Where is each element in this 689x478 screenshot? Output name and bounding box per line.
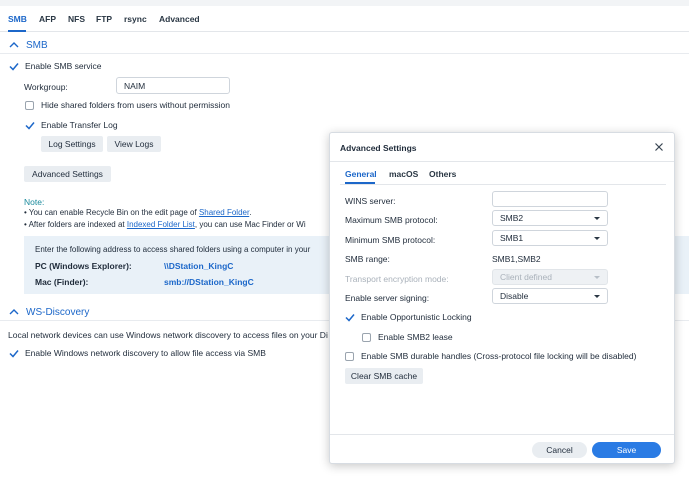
checkmark-icon: [345, 313, 355, 322]
enable-smb-checkbox[interactable]: Enable SMB service: [9, 61, 102, 71]
smb-range-value: SMB1,SMB2: [492, 254, 541, 264]
chevron-up-icon[interactable]: [8, 307, 20, 317]
note-text: , you can use Mac Finder or Wi: [194, 220, 306, 229]
transport-encryption-label: Transport encryption mode:: [345, 274, 449, 284]
smb2-lease-checkbox[interactable]: Enable SMB2 lease: [362, 332, 453, 342]
tab-smb[interactable]: SMB: [8, 14, 27, 24]
workgroup-input[interactable]: [116, 77, 230, 94]
mac-address: smb://DStation_KingC: [164, 277, 254, 287]
note-text: • After folders are indexed at: [24, 220, 127, 229]
tab-afp[interactable]: AFP: [39, 14, 56, 24]
note-title: Note:: [24, 197, 45, 207]
service-tabs: SMB AFP NFS FTP rsync Advanced: [0, 6, 689, 32]
max-smb-protocol-label: Maximum SMB protocol:: [345, 215, 438, 225]
enable-ws-discovery-checkbox[interactable]: Enable Windows network discovery to allo…: [9, 348, 266, 358]
enable-smb-label: Enable SMB service: [25, 61, 102, 71]
min-smb-protocol-label: Minimum SMB protocol:: [345, 235, 436, 245]
log-settings-button[interactable]: Log Settings: [41, 136, 103, 152]
checkmark-icon: [9, 62, 19, 71]
chevron-up-icon[interactable]: [8, 40, 20, 50]
select-value: Disable: [500, 291, 529, 301]
caret-down-icon: [594, 237, 600, 240]
hide-shared-folders-checkbox[interactable]: Hide shared folders from users without p…: [25, 100, 230, 110]
note-text: .: [249, 208, 252, 217]
min-smb-protocol-select[interactable]: SMB1: [492, 230, 608, 246]
smb2-lease-label: Enable SMB2 lease: [378, 332, 453, 342]
checkbox-box[interactable]: [345, 351, 354, 361]
address-intro: Enter the following address to access sh…: [35, 245, 311, 254]
save-button[interactable]: Save: [592, 442, 661, 458]
dialog-tab-others[interactable]: Others: [429, 169, 456, 179]
close-icon[interactable]: [654, 142, 664, 152]
pc-address: \\DStation_KingC: [164, 261, 234, 271]
wins-server-input[interactable]: [492, 191, 608, 207]
checkbox-box[interactable]: [362, 332, 371, 342]
caret-down-icon: [594, 276, 600, 279]
checkbox-box[interactable]: [25, 100, 34, 110]
view-logs-button[interactable]: View Logs: [107, 136, 161, 152]
server-signing-label: Enable server signing:: [345, 293, 430, 303]
smb-section-title: SMB: [26, 39, 48, 51]
note-bullet-indexed: • After folders are indexed at Indexed F…: [24, 220, 306, 229]
dialog-header-divider: [330, 161, 674, 162]
transfer-log-checkbox[interactable]: Enable Transfer Log: [25, 120, 118, 130]
smb-range-label: SMB range:: [345, 254, 390, 264]
select-value: Client defined: [500, 272, 552, 282]
active-tab-indicator: [8, 30, 26, 32]
section-divider: [0, 53, 689, 54]
dialog-tab-macos[interactable]: macOS: [389, 169, 418, 179]
transfer-log-label: Enable Transfer Log: [41, 120, 118, 130]
select-value: SMB1: [500, 233, 524, 243]
wins-server-label: WINS server:: [345, 196, 396, 206]
hide-shared-folders-label: Hide shared folders from users without p…: [41, 100, 230, 110]
durable-handles-label: Enable SMB durable handles (Cross-protoc…: [361, 351, 637, 361]
note-bullet-recycle-bin: • You can enable Recycle Bin on the edit…: [24, 208, 251, 217]
enable-ws-discovery-label: Enable Windows network discovery to allo…: [25, 348, 266, 358]
max-smb-protocol-select[interactable]: SMB2: [492, 210, 608, 226]
transport-encryption-select: Client defined: [492, 269, 608, 285]
dialog-tab-general[interactable]: General: [345, 169, 377, 179]
smb-section-header[interactable]: SMB: [8, 38, 48, 52]
checkmark-icon: [9, 349, 19, 358]
dialog-footer-divider: [330, 434, 674, 435]
durable-handles-checkbox[interactable]: Enable SMB durable handles (Cross-protoc…: [345, 351, 636, 361]
workgroup-label: Workgroup:: [24, 82, 68, 92]
clear-smb-cache-button[interactable]: Clear SMB cache: [345, 368, 423, 384]
note-text: • You can enable Recycle Bin on the edit…: [24, 208, 199, 217]
ws-discovery-section-title: WS-Discovery: [26, 306, 90, 318]
cancel-button[interactable]: Cancel: [532, 442, 587, 458]
dialog-tabs-divider: [340, 184, 666, 185]
tab-rsync[interactable]: rsync: [124, 14, 147, 24]
indexed-folder-list-link[interactable]: Indexed Folder List: [127, 220, 195, 229]
dialog-title: Advanced Settings: [340, 143, 417, 153]
select-value: SMB2: [500, 213, 524, 223]
advanced-settings-dialog: Advanced Settings General macOS Others W…: [329, 132, 675, 464]
oplock-label: Enable Opportunistic Locking: [361, 312, 472, 322]
shared-folder-link[interactable]: Shared Folder: [199, 208, 249, 217]
oplock-checkbox[interactable]: Enable Opportunistic Locking: [345, 312, 472, 322]
caret-down-icon: [594, 295, 600, 298]
ws-discovery-section-header[interactable]: WS-Discovery: [8, 305, 89, 319]
caret-down-icon: [594, 217, 600, 220]
ws-discovery-description: Local network devices can use Windows ne…: [8, 330, 328, 340]
pc-label: PC (Windows Explorer):: [35, 261, 132, 271]
checkmark-icon: [25, 121, 35, 130]
tab-advanced[interactable]: Advanced: [159, 14, 200, 24]
advanced-settings-button[interactable]: Advanced Settings: [24, 166, 111, 182]
server-signing-select[interactable]: Disable: [492, 288, 608, 304]
tab-nfs[interactable]: NFS: [68, 14, 85, 24]
mac-label: Mac (Finder):: [35, 277, 89, 287]
tab-ftp[interactable]: FTP: [96, 14, 112, 24]
